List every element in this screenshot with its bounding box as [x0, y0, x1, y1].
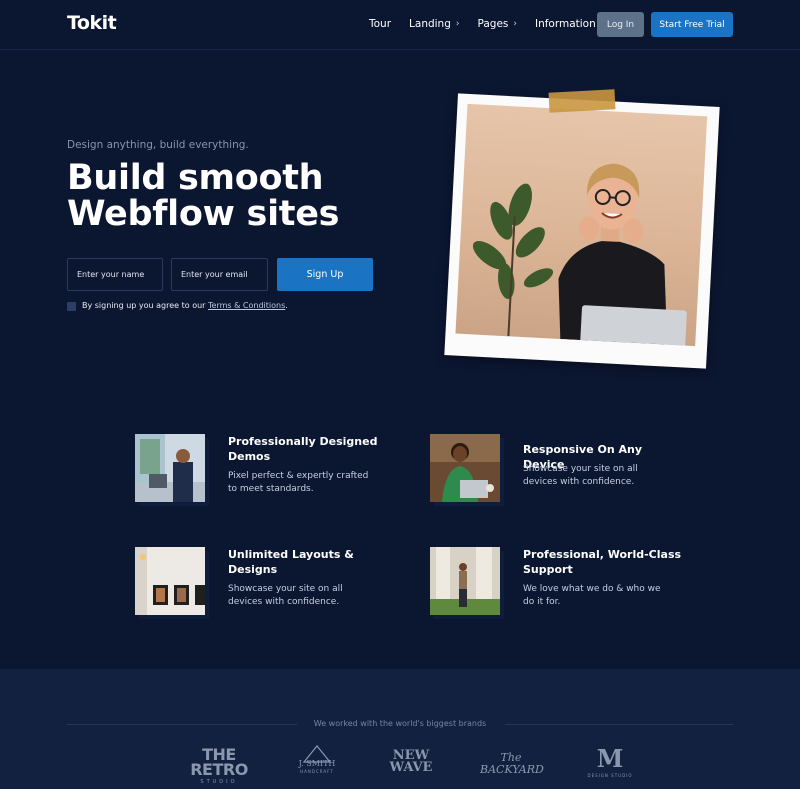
feature-title: Professional, World-Class Support: [523, 548, 682, 576]
top-nav: Tokit Tour Landing› Pages› Information› …: [0, 0, 800, 50]
nav-item-landing[interactable]: Landing ›: [409, 18, 459, 30]
hero-title: Build smooth Webflow sites: [67, 160, 397, 232]
nav-item-pages[interactable]: Pages ›: [477, 18, 517, 30]
brands-label-text: We worked with the world's biggest brand…: [301, 719, 499, 728]
nav-item-label: Information: [534, 18, 596, 30]
brand-name: The BACKYARD: [480, 751, 544, 776]
nav-item-tour[interactable]: Tour: [369, 18, 391, 30]
feature-item: Unlimited Layouts & Designs Showcase you…: [135, 547, 435, 627]
sign-up-button[interactable]: Sign Up: [277, 258, 373, 291]
terms-checkbox[interactable]: [67, 302, 76, 311]
feature-image-gallery-wall: [135, 547, 205, 615]
nav-item-label: Pages: [477, 18, 509, 30]
feature-image-office: [135, 434, 205, 502]
nav-item-information[interactable]: Information›: [535, 18, 604, 30]
brand-sub: HANDCRAFT: [300, 769, 334, 774]
logo[interactable]: Tokit: [67, 12, 117, 34]
nav-item-label: Tour: [369, 18, 392, 30]
nav-item-label: Landing: [409, 18, 451, 30]
terms-suffix: .: [285, 301, 288, 310]
hero-title-line: Webflow sites: [67, 194, 340, 234]
feature-description: Showcase your site on all devices with c…: [228, 584, 343, 607]
brand-logo-newwave: NEW WAVE: [385, 748, 437, 775]
hero-title-line: Build smooth: [67, 158, 324, 198]
feature-title: Professionally Designed Demos: [228, 435, 378, 463]
feature-image-columns: [430, 547, 500, 615]
login-button[interactable]: Log In: [597, 12, 644, 37]
chevron-right-icon: ›: [455, 19, 460, 29]
email-input[interactable]: [171, 258, 268, 291]
terms-link[interactable]: Terms & Conditions: [208, 301, 285, 310]
feature-item: Responsive On Any Device Showcase your s…: [430, 434, 730, 514]
name-input[interactable]: [67, 258, 163, 291]
terms-prefix: By signing up you agree to our: [82, 301, 209, 310]
woman-portrait-image: [455, 103, 708, 347]
feature-title: Unlimited Layouts & Designs: [228, 548, 354, 576]
brand-name: M: [596, 744, 624, 773]
feature-description: We love what we do & who we do it for.: [523, 584, 661, 607]
brand-logo-retro: THE RETRO STUDIO: [190, 745, 248, 786]
brand-name: NEW WAVE: [389, 748, 433, 775]
feature-description: Showcase your site on all devices with c…: [523, 464, 638, 487]
brand-logo-m: M DESIGN STUDIO: [585, 744, 635, 779]
feature-item: Professionally Designed Demos Pixel perf…: [135, 434, 435, 514]
nav-links: Tour Landing › Pages › Information›: [369, 18, 622, 30]
brand-sub: DESIGN STUDIO: [587, 773, 633, 778]
brand-name: THE RETRO: [190, 745, 248, 779]
hero-subtitle: Design anything, build everything.: [67, 139, 249, 151]
tape-decoration: [548, 89, 616, 113]
feature-item: Professional, World-Class Support We lov…: [430, 547, 730, 627]
feature-image-phone-call: [430, 434, 500, 502]
hero-photo: [444, 93, 720, 369]
feature-description: Pixel perfect & expertly crafted to meet…: [228, 471, 369, 494]
terms-text: By signing up you agree to our Terms & C…: [82, 301, 288, 310]
brand-logo-backyard: The BACKYARD: [480, 751, 544, 776]
brand-logo-jsmith: J. SMITH HANDCRAFT: [290, 745, 344, 774]
brand-sub: STUDIO: [200, 779, 238, 785]
chevron-right-icon: ›: [513, 19, 517, 29]
start-free-trial-button[interactable]: Start Free Trial: [651, 12, 733, 37]
brands-label: We worked with the world's biggest brand…: [0, 719, 800, 728]
